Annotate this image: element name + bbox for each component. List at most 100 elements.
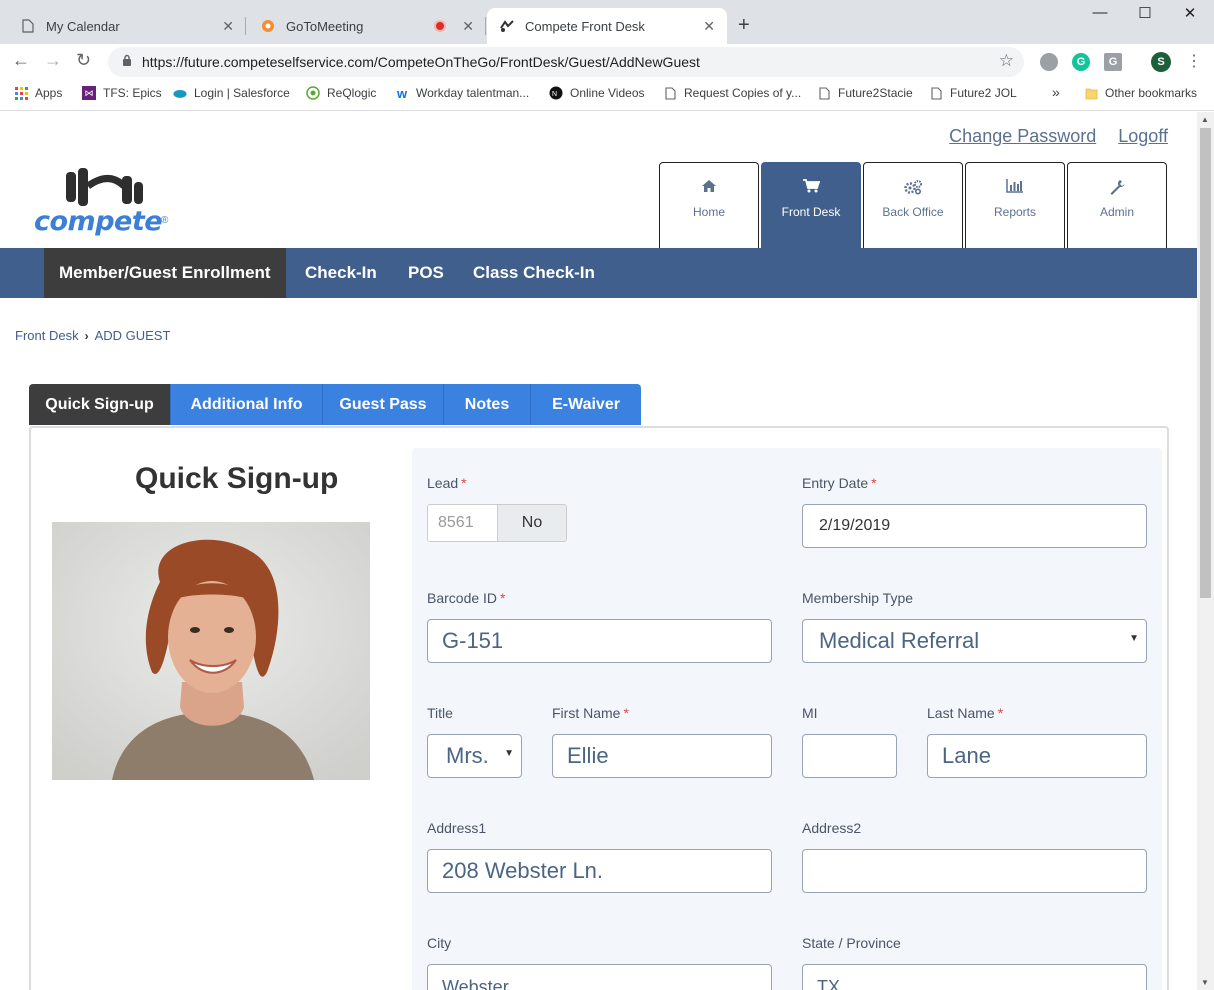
- account-links: Change Password Logoff: [949, 126, 1168, 147]
- entry-date-input[interactable]: 2/19/2019: [802, 504, 1147, 548]
- bookmark-workday[interactable]: w Workday talentman...: [395, 86, 530, 101]
- logo-wordmark: compete: [34, 206, 163, 237]
- mi-input[interactable]: [802, 734, 897, 778]
- lead-value[interactable]: No: [498, 505, 566, 541]
- subnav-check-in[interactable]: Check-In: [305, 248, 377, 298]
- form-tabs: Quick Sign-up Additional Info Guest Pass…: [29, 384, 641, 425]
- visual-studio-icon: ⋈: [82, 86, 96, 100]
- address-bar[interactable]: https://future.competeselfservice.com/Co…: [108, 47, 1024, 77]
- forward-arrow-icon[interactable]: →: [44, 50, 62, 71]
- document-icon: [20, 18, 36, 34]
- bookmark-reqlogic[interactable]: ReQlogic: [306, 86, 376, 100]
- tab-e-waiver[interactable]: E-Waiver: [531, 384, 641, 425]
- bookmark-apps[interactable]: Apps: [14, 86, 62, 100]
- close-tab-icon[interactable]: ✕: [462, 18, 474, 35]
- address2-input[interactable]: [802, 849, 1147, 893]
- membership-type-select[interactable]: Medical Referral ▼: [802, 619, 1147, 663]
- compete-icon: [499, 18, 515, 34]
- tab-notes[interactable]: Notes: [444, 384, 531, 425]
- minimize-button[interactable]: —: [1078, 4, 1122, 21]
- page-scrollbar[interactable]: ▲ ▼: [1197, 112, 1214, 990]
- browser-tab-gotomeeting[interactable]: GoToMeeting ✕: [248, 8, 486, 44]
- back-arrow-icon[interactable]: ←: [12, 50, 30, 71]
- tab-additional-info[interactable]: Additional Info: [171, 384, 323, 425]
- title-label: Title: [427, 705, 453, 721]
- new-tab-button[interactable]: +: [738, 14, 750, 37]
- browser-tab-compete-front-desk[interactable]: Compete Front Desk ✕: [487, 8, 727, 44]
- title-select[interactable]: Mrs. ▼: [427, 734, 522, 778]
- main-tab-label: Front Desk: [781, 205, 841, 219]
- bookmark-request-copies[interactable]: Request Copies of y...: [663, 86, 801, 100]
- bookmark-label: Future2 JOL: [950, 86, 1017, 100]
- reload-icon[interactable]: ↻: [76, 50, 91, 71]
- bar-chart-icon: [1006, 179, 1024, 199]
- bookmark-star-icon[interactable]: ☆: [999, 51, 1014, 71]
- breadcrumb: Front Desk › ADD GUEST: [15, 328, 170, 343]
- scroll-up-arrow-icon[interactable]: ▲: [1201, 115, 1209, 124]
- main-tab-back-office[interactable]: Back Office: [863, 162, 963, 248]
- logoff-link[interactable]: Logoff: [1118, 126, 1168, 147]
- close-tab-icon[interactable]: ✕: [703, 18, 715, 35]
- membership-type-value: Medical Referral: [819, 628, 980, 653]
- dumbbell-logo-icon: [66, 168, 143, 206]
- maximize-button[interactable]: ☐: [1123, 4, 1167, 22]
- barcode-id-input[interactable]: G-151: [427, 619, 772, 663]
- extension-circle-icon[interactable]: [1040, 53, 1058, 71]
- bookmark-future2stacie[interactable]: Future2Stacie: [817, 86, 913, 100]
- subnav-class-check-in[interactable]: Class Check-In: [473, 248, 595, 298]
- last-name-label: Last Name *: [927, 705, 1004, 721]
- profile-avatar[interactable]: S: [1151, 52, 1171, 72]
- main-navigation: Home Front Desk Back Office Reports Admi…: [659, 162, 1167, 248]
- compete-logo[interactable]: compete ®: [34, 166, 174, 238]
- scroll-down-arrow-icon[interactable]: ▼: [1201, 978, 1209, 987]
- other-bookmarks[interactable]: Other bookmarks: [1084, 86, 1197, 100]
- guest-photo[interactable]: [52, 522, 370, 780]
- main-tab-admin[interactable]: Admin: [1067, 162, 1167, 248]
- bookmark-label: ReQlogic: [327, 86, 377, 100]
- tab-quick-sign-up[interactable]: Quick Sign-up: [29, 384, 171, 425]
- gotomeeting-icon: [260, 18, 276, 34]
- extension-g-icon[interactable]: G: [1104, 53, 1122, 71]
- close-tab-icon[interactable]: ✕: [222, 18, 234, 35]
- main-tab-front-desk[interactable]: Front Desk: [761, 162, 861, 248]
- subnav-pos[interactable]: POS: [408, 248, 444, 298]
- membership-type-label: Membership Type: [802, 590, 914, 606]
- recording-icon: [434, 20, 447, 32]
- breadcrumb-front-desk[interactable]: Front Desk: [15, 328, 79, 343]
- grammarly-icon[interactable]: G: [1072, 53, 1090, 71]
- svg-text:N: N: [552, 91, 557, 98]
- main-tab-label: Reports: [993, 205, 1037, 219]
- bookmark-label: Other bookmarks: [1105, 86, 1198, 100]
- city-input[interactable]: Webster: [427, 964, 772, 990]
- caret-down-icon: ▼: [504, 748, 514, 759]
- change-password-link[interactable]: Change Password: [949, 126, 1096, 147]
- lead-toggle[interactable]: 8561 No: [427, 504, 567, 542]
- main-tab-label: Back Office: [882, 205, 944, 219]
- bookmarks-overflow-button[interactable]: »: [1052, 84, 1060, 100]
- bookmark-label: Apps: [35, 86, 63, 100]
- menu-kebab-icon[interactable]: ⋮: [1186, 51, 1202, 71]
- main-tab-reports[interactable]: Reports: [965, 162, 1065, 248]
- scrollbar-thumb[interactable]: [1200, 128, 1211, 598]
- panel-title: Quick Sign-up: [135, 462, 339, 495]
- address2-label: Address2: [802, 820, 862, 836]
- address1-input[interactable]: 208 Webster Ln.: [427, 849, 772, 893]
- barcode-id-label: Barcode ID *: [427, 590, 506, 606]
- tab-guest-pass[interactable]: Guest Pass: [323, 384, 444, 425]
- first-name-input[interactable]: Ellie: [552, 734, 772, 778]
- title-value: Mrs.: [446, 743, 489, 768]
- state-input[interactable]: TX: [802, 964, 1147, 990]
- bookmark-label: Request Copies of y...: [684, 86, 802, 100]
- last-name-input[interactable]: Lane: [927, 734, 1147, 778]
- subnav-member-guest-enrollment[interactable]: Member/Guest Enrollment: [44, 248, 286, 298]
- bookmark-online-videos[interactable]: N Online Videos: [549, 86, 645, 100]
- bookmark-tfs-epics[interactable]: ⋈ TFS: Epics: [82, 86, 162, 100]
- home-icon: [701, 179, 717, 199]
- bookmark-label: Workday talentman...: [416, 86, 530, 100]
- main-tab-home[interactable]: Home: [659, 162, 759, 248]
- bookmark-future2-jol[interactable]: Future2 JOL: [929, 86, 1017, 100]
- document-icon: [817, 86, 831, 100]
- bookmark-salesforce[interactable]: Login | Salesforce: [173, 86, 290, 100]
- browser-tab-my-calendar[interactable]: My Calendar ✕: [8, 8, 246, 44]
- close-window-button[interactable]: ✕: [1168, 4, 1212, 22]
